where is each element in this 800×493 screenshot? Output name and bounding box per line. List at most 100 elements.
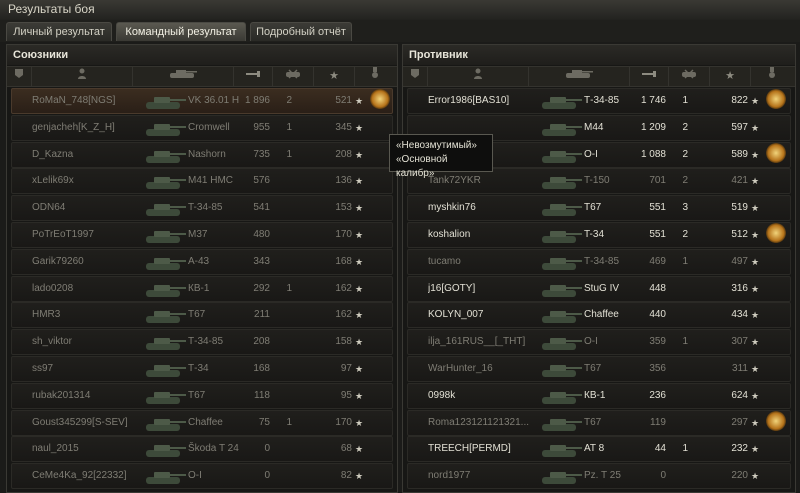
player-icon[interactable] xyxy=(428,67,529,86)
medal-icon[interactable] xyxy=(766,89,786,109)
player-row[interactable]: Goust345299[S-SEV] Chaffee 75 1 170 ★ xyxy=(11,409,393,436)
player-row[interactable]: naul_2015 Škoda T 24 0 68 ★ xyxy=(11,436,393,463)
player-row[interactable]: myshkin76 T67 551 3 519 ★ xyxy=(407,195,791,222)
xp-value: 68 xyxy=(340,443,352,455)
kills-icon[interactable] xyxy=(273,67,314,86)
player-row[interactable]: genjacheh[K_Z_H] Cromwell 955 1 345 ★ xyxy=(11,114,393,141)
medal-icon[interactable] xyxy=(766,410,786,431)
player-row[interactable]: 0998k КВ-1 236 624 ★ xyxy=(407,382,791,409)
damage-value: 343 xyxy=(253,255,270,267)
xp-icon[interactable]: ★ xyxy=(710,67,751,86)
xp-value: 170 xyxy=(335,229,352,240)
player-row[interactable]: lado0208 КВ-1 292 1 162 ★ xyxy=(11,275,393,302)
player-name: xLelik69x xyxy=(32,175,74,187)
player-row[interactable]: Garik79260 A-43 343 168 ★ xyxy=(11,248,393,275)
player-row[interactable]: KOLYN_007 Chaffee 440 434 ★ xyxy=(407,302,791,329)
player-row[interactable]: xLelik69x M41 HMC 576 136 ★ xyxy=(11,168,393,195)
medal-icon[interactable] xyxy=(355,67,395,86)
tank-icon[interactable] xyxy=(133,67,234,86)
kills-value: 1 xyxy=(682,443,688,455)
tank-thumbnail-icon xyxy=(542,257,582,270)
damage-value: 168 xyxy=(253,363,270,374)
medal-icon[interactable] xyxy=(751,67,793,86)
xp-icon[interactable]: ★ xyxy=(314,67,355,86)
player-row[interactable]: TREECH[PERMD] AT 8 44 1 232 ★ xyxy=(407,436,791,463)
damage-value: 551 xyxy=(649,229,666,240)
damage-value: 541 xyxy=(253,202,270,214)
star-icon: ★ xyxy=(751,230,760,240)
allies-panel: Союзники ★ RoMaN_748[NGS] VK 36.01 H1 896… xyxy=(6,44,398,493)
player-row[interactable]: koshalion T-34 551 2 512 ★ xyxy=(407,222,791,248)
kills-value: 1 xyxy=(682,336,688,348)
xp-value: 208 xyxy=(335,148,352,160)
xp-value: 624 xyxy=(731,389,748,401)
player-row[interactable]: PoTrEoT1997 M37 480 170 ★ xyxy=(11,222,393,248)
kills-icon[interactable] xyxy=(669,67,710,86)
player-icon[interactable] xyxy=(32,67,133,86)
player-name: lado0208 xyxy=(32,282,74,294)
player-name: koshalion xyxy=(428,229,471,240)
tank-thumbnail-icon xyxy=(542,284,582,297)
tab-detailed-report[interactable]: Подробный отчёт xyxy=(250,22,352,41)
tank-thumbnail-icon xyxy=(542,311,582,324)
damage-value: 480 xyxy=(253,229,270,240)
tank-icon[interactable] xyxy=(529,67,630,86)
player-row[interactable]: ss97 Т-34 168 97 ★ xyxy=(11,356,393,382)
damage-value: 118 xyxy=(254,389,270,401)
xp-value: 220 xyxy=(731,470,748,482)
player-name: genjacheh[K_Z_H] xyxy=(32,121,115,133)
player-row[interactable]: tucamo Т-34-85 469 1 497 ★ xyxy=(407,248,791,275)
star-icon: ★ xyxy=(355,444,364,455)
player-row[interactable]: CeMe4Ka_92[22332] О-I 0 82 ★ xyxy=(11,463,393,490)
tank-thumbnail-icon xyxy=(542,418,582,431)
damage-icon[interactable] xyxy=(630,67,669,86)
player-name: nord1977 xyxy=(428,470,471,482)
player-row[interactable]: j16[GOTY] StuG IV 448 316 ★ xyxy=(407,275,791,302)
tank-thumbnail-icon xyxy=(542,391,582,404)
star-icon: ★ xyxy=(355,337,364,348)
player-row[interactable]: rubak201314 T67 118 95 ★ xyxy=(11,382,393,409)
tank-thumbnail-icon xyxy=(146,284,186,297)
tank-thumbnail-icon xyxy=(146,177,186,190)
player-name: tucamo xyxy=(428,255,461,267)
tab-personal-result[interactable]: Личный результат xyxy=(6,22,112,41)
tab-team-result[interactable]: Командный результат xyxy=(116,22,246,41)
player-row[interactable]: WarHunter_16 T67 356 311 ★ xyxy=(407,356,791,382)
player-row[interactable]: sh_viktor Т-34-85 208 158 ★ xyxy=(11,329,393,356)
player-row[interactable]: ilja_161RUS__[_THT] О-I 359 1 307 ★ xyxy=(407,329,791,356)
kills-value: 1 xyxy=(682,255,688,267)
tank-thumbnail-icon xyxy=(146,311,186,324)
xp-value: 316 xyxy=(731,282,748,294)
player-name: ODN64 xyxy=(32,202,66,214)
star-icon: ★ xyxy=(751,364,760,374)
player-name: sh_viktor xyxy=(32,336,73,348)
damage-value: 75 xyxy=(258,416,270,428)
medal-icon[interactable] xyxy=(370,89,390,109)
damage-value: 44 xyxy=(654,443,666,455)
tank-thumbnail-icon xyxy=(542,472,582,485)
player-row[interactable]: RoMaN_748[NGS] VK 36.01 H1 896 2 521 ★ xyxy=(11,88,393,114)
xp-value: 434 xyxy=(731,309,748,321)
player-row[interactable]: D_Kazna Nashorn 735 1 208 ★ xyxy=(11,141,393,168)
player-row[interactable]: HMR3 T67 211 162 ★ xyxy=(11,302,393,329)
player-row[interactable]: nord1977 Pz. T 25 0 220 ★ xyxy=(407,463,791,490)
xp-value: 597 xyxy=(731,121,748,133)
player-name: Roma123121121321... xyxy=(428,416,530,428)
damage-value: 551 xyxy=(649,202,666,214)
xp-value: 153 xyxy=(335,202,352,214)
player-row[interactable]: Error1986[BAS10] Т-34-85 1 746 1 822 ★ xyxy=(407,88,791,114)
damage-value: 576 xyxy=(253,175,270,187)
damage-value: 119 xyxy=(650,416,666,428)
damage-value: 1 209 xyxy=(640,121,666,133)
star-icon: ★ xyxy=(355,203,364,214)
xp-value: 158 xyxy=(335,336,352,348)
platoon-icon[interactable] xyxy=(7,67,32,86)
player-row[interactable]: Roma123121121321... T67 119 297 ★ xyxy=(407,409,791,436)
medal-icon[interactable] xyxy=(766,142,786,163)
medal-icon[interactable] xyxy=(766,223,786,243)
platoon-icon[interactable] xyxy=(403,67,428,86)
damage-icon[interactable] xyxy=(234,67,273,86)
player-row[interactable]: ODN64 T-34-85 541 153 ★ xyxy=(11,195,393,222)
xp-value: 168 xyxy=(335,255,352,267)
star-icon: ★ xyxy=(355,149,364,160)
